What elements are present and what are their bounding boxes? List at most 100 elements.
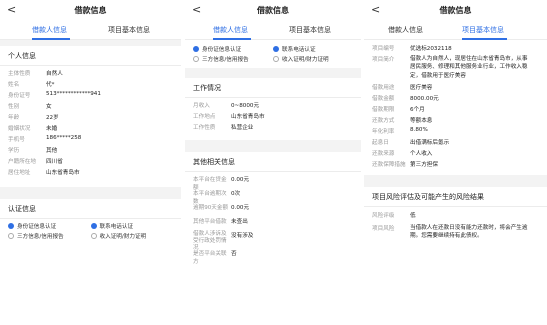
- info-row: 性别 女: [0, 102, 181, 113]
- tab-project-info[interactable]: 项目基本信息: [108, 25, 150, 35]
- auth-item-id: 身份证信息认证: [8, 221, 91, 231]
- auth-list: 身份证信息认证 联系电话认证 三方信息/信用报告 收入证明/财力证明: [185, 40, 361, 68]
- row-value: 出借满标后氪示: [410, 139, 450, 146]
- page-title: 借款信息: [439, 6, 472, 15]
- checked-icon: [193, 46, 199, 52]
- row-value: 山东省青岛市: [231, 114, 265, 120]
- info-row: 借款金额 8000.00元: [364, 94, 547, 105]
- row-value: 0.00元: [231, 177, 250, 183]
- info-row: 借款用途 医疗美容: [364, 83, 547, 94]
- auth-label: 三方信息/信用报告: [202, 57, 249, 63]
- row-value: 私营企业: [231, 125, 254, 131]
- row-value: 没有涉及: [231, 233, 254, 239]
- section-title-other: 其他相关信息: [193, 158, 235, 166]
- tab-project-info[interactable]: 项目基本信息: [462, 25, 504, 35]
- project-info-list: 项目编号 优选标2032118 项目简介 借款人为自然人，现居住在山东省青岛市，从事…: [364, 40, 547, 171]
- row-label: 项目编号: [372, 46, 395, 52]
- auth-list: 身份证信息认证 联系电话认证 三方信息/信用报告 收入证明/财力证明: [0, 219, 181, 243]
- section-title-personal: 个人信息: [8, 52, 36, 60]
- panel-borrower-info-2: < 借款信息 借款人信息 项目基本信息 身份证信息认证 联系电话认证 三方信息/…: [185, 0, 361, 325]
- row-value: 186*****258: [46, 135, 82, 141]
- row-value: 山东省青岛市: [46, 170, 80, 176]
- row-label: 主体性质: [8, 71, 31, 77]
- unchecked-icon: [8, 233, 14, 239]
- row-value: 0次: [231, 191, 241, 197]
- row-value: 否: [231, 251, 237, 257]
- tab-borrower-info[interactable]: 借款人信息: [388, 25, 423, 35]
- auth-label: 联系电话认证: [282, 47, 316, 53]
- unchecked-icon: [193, 56, 199, 62]
- unchecked-icon: [90, 233, 97, 239]
- auth-label: 收入证明/财力证明: [282, 57, 329, 63]
- row-label: 是否平台关联方: [193, 251, 227, 265]
- nav-bar: < 借款信息: [185, 0, 361, 20]
- row-label: 性别: [8, 104, 20, 110]
- row-value: 8.80%: [410, 126, 428, 133]
- section-title-auth: 认证信息: [8, 205, 36, 213]
- row-label: 居住地址: [8, 170, 31, 176]
- info-row: 月收入 0~8000元: [185, 101, 361, 112]
- row-value: 借款人为自然人，现居住在山东省青岛市，从事居民服务、修理和其他服务业行业，工作收…: [410, 56, 528, 79]
- row-label: 月收入: [193, 103, 210, 109]
- info-row: 户籍所在地 四川省: [0, 157, 181, 168]
- checked-icon: [273, 46, 279, 52]
- row-label: 起息日: [372, 139, 389, 146]
- row-value: 第三方担保: [410, 161, 438, 168]
- row-value: 22岁: [46, 115, 59, 121]
- row-label: 还款保障措施: [372, 161, 406, 168]
- row-label: 工作地点: [193, 114, 216, 120]
- active-tab-indicator: [462, 38, 507, 40]
- info-row: 年龄 22岁: [0, 113, 181, 124]
- row-value: 6个月: [410, 106, 425, 113]
- auth-label: 身份证信息认证: [17, 224, 57, 230]
- personal-info-list: 主体性质 自然人 姓名 代* 身份证号 513************941 性别女 …: [0, 66, 181, 179]
- info-row: 借款期限 6个月: [364, 105, 547, 116]
- row-label: 工作性质: [193, 125, 216, 131]
- active-tab-indicator: [213, 38, 251, 40]
- row-label: 逾期90天金额: [193, 205, 229, 211]
- auth-item-phone: 联系电话认证: [273, 44, 353, 54]
- page-title: 借款信息: [257, 6, 289, 15]
- checked-icon: [90, 223, 97, 229]
- row-value: 未婚: [46, 126, 58, 132]
- row-label: 姓名: [8, 82, 20, 88]
- info-row: 是否平台关联方否: [185, 249, 361, 265]
- work-info-list: 月收入 0~8000元 工作地点 山东省青岛市 工作性质 私营企业: [185, 98, 361, 134]
- row-label: 身份证号: [8, 93, 31, 99]
- info-row: 主体性质 自然人: [0, 69, 181, 80]
- info-row: 风险评级 低: [364, 211, 547, 224]
- auth-label: 身份证信息认证: [202, 47, 242, 53]
- auth-item-income: 收入证明/财力证明: [273, 54, 353, 64]
- info-row: 其他平台借款 未查出: [185, 217, 361, 231]
- auth-item-phone: 联系电话认证: [90, 221, 174, 231]
- row-value: 低: [410, 212, 416, 219]
- info-row: 学历 其他: [0, 146, 181, 157]
- info-row: 工作地点 山东省青岛市: [185, 112, 361, 123]
- info-row: 借款人涉诉及受行政处罚情况 没有涉及: [185, 231, 361, 251]
- row-value: 优选标2032118: [410, 46, 452, 52]
- row-label: 婚姻状况: [8, 126, 31, 132]
- row-value: 等额本息: [410, 117, 433, 124]
- info-row: 逾期90天金额 0.00元: [185, 203, 361, 217]
- tab-bar: 借款人信息 项目基本信息: [364, 20, 547, 40]
- row-label: 借款金额: [372, 95, 395, 102]
- row-value: 个人收入: [410, 150, 433, 157]
- info-row: 手机号 186*****258: [0, 135, 181, 146]
- tab-borrower-info[interactable]: 借款人信息: [213, 25, 248, 35]
- row-label: 其他平台借款: [193, 219, 227, 225]
- tab-borrower-info[interactable]: 借款人信息: [32, 25, 67, 35]
- row-value: 当借款人在还款日没有能力还款时，将会产生逾期。您需要继续持有此债权。: [410, 224, 528, 240]
- row-label: 借款期限: [372, 106, 395, 113]
- info-row: 起息日 出借满标后氪示: [364, 138, 547, 149]
- row-label: 项目风险: [372, 225, 395, 232]
- row-label: 还款来源: [372, 150, 395, 157]
- row-label: 年龄: [8, 115, 20, 121]
- info-row: 还款保障措施 第三方担保: [364, 160, 547, 171]
- tab-project-info[interactable]: 项目基本信息: [289, 25, 331, 35]
- info-row: 项目简介 借款人为自然人，现居住在山东省青岛市，从事居民服务、修理和其他服务业行业…: [364, 55, 547, 83]
- nav-bar: < 借款信息: [0, 0, 181, 20]
- tab-bar: 借款人信息 项目基本信息: [0, 20, 181, 40]
- row-label: 年化利率: [372, 128, 395, 135]
- unchecked-icon: [273, 56, 279, 62]
- auth-item-income: 收入证明/财力证明: [90, 231, 174, 241]
